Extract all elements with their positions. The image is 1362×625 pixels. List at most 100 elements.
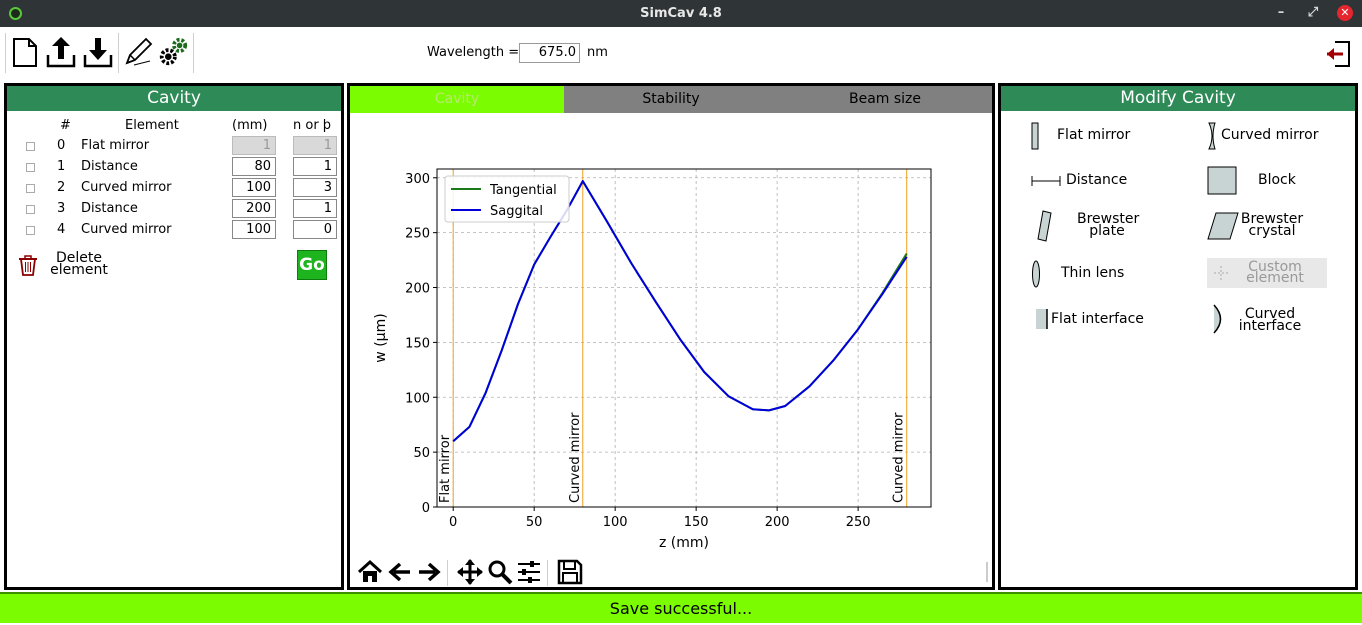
row-number: 1 — [57, 159, 66, 174]
x-tick-label: 0 — [449, 515, 457, 530]
download-icon[interactable] — [82, 35, 114, 69]
exit-icon[interactable] — [1325, 40, 1351, 68]
wavelength-unit: nm — [587, 45, 608, 60]
cavity-panel-title: Cavity — [7, 86, 341, 111]
curved-mirror-icon — [1208, 122, 1216, 150]
table-row: 0 Flat mirror 1 1 — [13, 136, 343, 157]
plot-panel: Cavity Stability Beam size Flat mirror Cu… — [347, 83, 995, 590]
row-number: 0 — [57, 138, 66, 153]
x-tick-label: 150 — [684, 515, 709, 530]
row-element: Flat mirror — [81, 138, 150, 153]
go-button[interactable]: Go — [297, 250, 327, 280]
modify-panel-title: Modify Cavity — [1001, 86, 1355, 111]
custom-element-icon — [1214, 266, 1228, 280]
flat-interface-label: Flat interface — [1051, 311, 1144, 327]
x-tick-label: 100 — [603, 515, 628, 530]
label-line: element — [1246, 270, 1304, 286]
element-marker-label: Curved mirror — [892, 412, 907, 503]
custom-element-label: Custom element — [1235, 260, 1315, 286]
brewster-crystal-label: Brewster crystal — [1237, 212, 1307, 238]
element-marker-label: Flat mirror — [438, 434, 453, 503]
x-tick-label: 250 — [846, 515, 871, 530]
back-arrow-icon[interactable] — [386, 558, 414, 586]
element-marker-label: Curved mirror — [568, 412, 583, 503]
column-header: (mm) — [232, 118, 268, 133]
curved-interface-icon — [1213, 304, 1222, 334]
column-header: n or þ — [293, 118, 332, 133]
add-flat-interface-button[interactable]: Flat interface — [1035, 308, 1185, 332]
mm-field[interactable]: 200 — [232, 199, 276, 218]
mm-field[interactable]: 100 — [232, 220, 276, 239]
tab-beam-size[interactable]: Beam size — [778, 86, 992, 113]
settings-gears-icon[interactable] — [157, 35, 189, 69]
add-distance-button[interactable]: Distance — [1031, 170, 1171, 194]
add-curved-interface-button[interactable]: Curved interface — [1213, 304, 1358, 336]
zoom-icon[interactable] — [486, 558, 514, 586]
forward-arrow-icon[interactable] — [415, 558, 443, 586]
toolbar-separator — [5, 33, 6, 73]
add-curved-mirror-button[interactable]: Curved mirror — [1207, 122, 1352, 150]
y-tick-label: 200 — [405, 282, 430, 297]
add-brewster-crystal-button[interactable]: Brewster crystal — [1207, 210, 1352, 242]
tab-stability[interactable]: Stability — [564, 86, 778, 113]
mm-field[interactable]: 100 — [232, 178, 276, 197]
mm-field[interactable]: 80 — [232, 157, 276, 176]
status-bar: Save successful... — [0, 592, 1362, 623]
add-flat-mirror-button[interactable]: Flat mirror — [1031, 122, 1171, 150]
upload-icon[interactable] — [45, 35, 77, 69]
n-field[interactable]: 0 — [293, 220, 337, 239]
row-element: Curved mirror — [81, 180, 172, 195]
delete-element-button[interactable]: Delete element — [16, 250, 136, 280]
plot-tabs: Cavity Stability Beam size — [350, 86, 992, 113]
window-title: SimCav 4.8 — [640, 6, 722, 21]
minimize-button[interactable]: – — [1273, 5, 1289, 21]
trash-icon — [19, 255, 37, 276]
add-thin-lens-button[interactable]: Thin lens — [1031, 260, 1181, 288]
pan-icon[interactable] — [456, 558, 484, 586]
save-figure-icon[interactable] — [556, 558, 584, 586]
y-tick-label: 100 — [405, 391, 430, 406]
flat-mirror-label: Flat mirror — [1057, 127, 1131, 143]
table-row: 2 Curved mirror 100 3 — [13, 178, 343, 199]
brewster-plate-label: Brewster plate — [1077, 212, 1139, 238]
chart-legend: Tangential Saggital — [444, 175, 570, 223]
x-axis-label: z (mm) — [659, 535, 709, 551]
wavelength-input[interactable]: 675.0 — [519, 43, 580, 63]
new-file-icon[interactable] — [9, 35, 41, 69]
home-icon[interactable] — [356, 558, 384, 586]
add-custom-element-button: Custom element — [1207, 258, 1327, 288]
y-tick-label: 150 — [405, 336, 430, 351]
close-button[interactable]: ✕ — [1337, 5, 1353, 21]
row-checkbox[interactable] — [26, 226, 35, 235]
table-row: 3 Distance 200 1 — [13, 199, 343, 220]
table-header: # Element (mm) n or þ — [13, 116, 343, 137]
edit-pencil-icon[interactable] — [122, 35, 154, 69]
n-field: 1 — [293, 136, 337, 155]
n-field[interactable]: 1 — [293, 157, 337, 176]
tab-cavity[interactable]: Cavity — [350, 86, 564, 113]
resize-grip[interactable] — [986, 562, 988, 582]
label-line: interface — [1238, 318, 1302, 334]
toolbar-separator — [193, 33, 194, 73]
cavity-panel: Cavity # Element (mm) n or þ 0 Flat mirr… — [4, 83, 344, 590]
row-element: Distance — [81, 159, 138, 174]
table-row: 4 Curved mirror 100 0 — [13, 220, 343, 241]
y-tick-label: 50 — [413, 446, 430, 461]
configure-subplots-icon[interactable] — [515, 558, 543, 586]
y-tick-label: 250 — [405, 227, 430, 242]
add-block-button[interactable]: Block — [1207, 166, 1352, 196]
legend-label: Saggital — [490, 204, 543, 219]
legend-label: Tangential — [489, 183, 557, 198]
restore-button[interactable]: ⤢ — [1305, 5, 1321, 21]
row-checkbox[interactable] — [26, 142, 35, 151]
n-field[interactable]: 1 — [293, 199, 337, 218]
row-checkbox[interactable] — [26, 205, 35, 214]
block-icon — [1207, 166, 1237, 195]
row-number: 3 — [57, 201, 66, 216]
row-checkbox[interactable] — [26, 184, 35, 193]
row-element: Distance — [81, 201, 138, 216]
brewster-plate-icon — [1037, 210, 1052, 242]
add-brewster-plate-button[interactable]: Brewster plate — [1031, 210, 1181, 242]
n-field[interactable]: 3 — [293, 178, 337, 197]
row-checkbox[interactable] — [26, 163, 35, 172]
